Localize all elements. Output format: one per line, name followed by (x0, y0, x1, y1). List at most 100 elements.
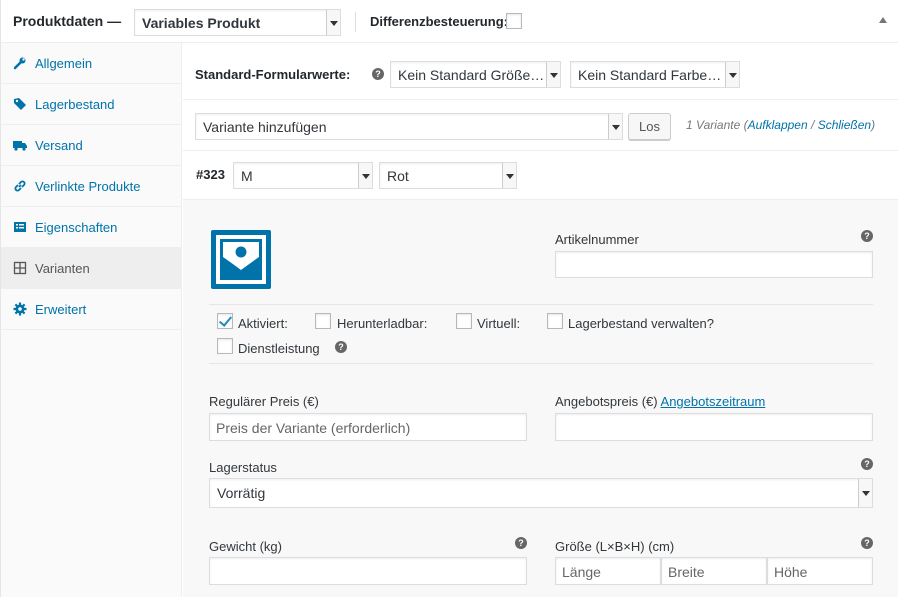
product-type-select[interactable]: Variables Produkt (134, 9, 341, 36)
tab-variations[interactable]: Varianten (1, 248, 181, 289)
variation-action-value: Variante hinzufügen (203, 118, 327, 135)
variation-id: #323 (196, 167, 225, 182)
variation-image-button[interactable] (211, 230, 271, 289)
product-data-tabs: Allgemein Lagerbestand Versand Verlinkte… (1, 43, 182, 597)
divider (209, 363, 873, 364)
variation-size-select[interactable]: M (233, 162, 373, 189)
tab-advanced-label: Erweitert (35, 302, 87, 317)
tab-attributes[interactable]: Eigenschaften (1, 207, 181, 248)
chevron-down-icon (358, 163, 372, 188)
tag-icon (13, 97, 27, 111)
chevron-down-icon (546, 62, 560, 87)
chevron-down-icon (858, 479, 872, 507)
expand-all-link[interactable]: Aufklappen (748, 118, 808, 132)
default-values-row: Standard-Formularwerte: ? Kein Standard … (183, 43, 898, 100)
stock-status-label: Lagerstatus (209, 460, 277, 475)
sku-input[interactable] (555, 251, 873, 278)
sale-schedule-link[interactable]: Angebotszeitraum (661, 394, 766, 409)
sale-price-label-row: Angebotspreis (€) Angebotszeitraum (555, 394, 765, 409)
tab-inventory-label: Lagerbestand (35, 97, 115, 112)
sku-label: Artikelnummer (555, 232, 639, 247)
help-icon[interactable]: ? (372, 68, 384, 80)
variation-color-value: Rot (387, 167, 409, 184)
tab-linked-products[interactable]: Verlinkte Produkte (1, 166, 181, 207)
tab-shipping-label: Versand (35, 138, 83, 153)
help-icon[interactable]: ? (861, 458, 873, 470)
wrench-icon (13, 56, 27, 70)
manage-stock-label: Lagerbestand verwalten? (568, 316, 714, 331)
chevron-down-icon (608, 114, 622, 139)
default-color-select[interactable]: Kein Standard Farbe… (570, 61, 740, 88)
variation-action-select[interactable]: Variante hinzufügen (195, 113, 623, 140)
grid-icon (13, 261, 27, 275)
dimensions-label: Größe (L×B×H) (cm) (555, 539, 675, 554)
tab-advanced[interactable]: Erweitert (1, 289, 181, 330)
height-input[interactable]: Höhe (767, 557, 873, 585)
enabled-checkbox[interactable] (217, 313, 233, 329)
chevron-down-icon (502, 163, 516, 188)
variation-count: 1 Variante (686, 118, 741, 132)
tab-linked-products-label: Verlinkte Produkte (35, 179, 141, 194)
tab-shipping[interactable]: Versand (1, 125, 181, 166)
chevron-down-icon (326, 10, 340, 35)
tab-inventory[interactable]: Lagerbestand (1, 84, 181, 125)
variation-actions-row: Variante hinzufügen Los 1 Variante (Aufk… (183, 100, 898, 151)
default-color-value: Kein Standard Farbe… (578, 66, 722, 83)
sale-price-label: Angebotspreis (€) (555, 394, 658, 409)
downloadable-checkbox[interactable] (315, 313, 331, 329)
help-icon[interactable]: ? (861, 230, 873, 242)
gear-icon (13, 302, 27, 316)
header-divider (355, 12, 356, 32)
service-checkbox[interactable] (217, 338, 233, 354)
product-data-panel: Produktdaten — Variables Produkt Differe… (0, 0, 898, 597)
product-data-title: Produktdaten — (13, 13, 122, 29)
tab-general[interactable]: Allgemein (1, 43, 181, 84)
default-values-label: Standard-Formularwerte: (195, 67, 351, 82)
product-data-header: Produktdaten — Variables Produkt Differe… (1, 0, 898, 43)
default-size-select[interactable]: Kein Standard Größe… (390, 61, 561, 88)
regular-price-input[interactable]: Preis der Variante (erforderlich) (209, 413, 527, 441)
help-icon[interactable]: ? (861, 537, 873, 549)
manage-stock-checkbox[interactable] (547, 313, 563, 329)
downloadable-label: Herunterladbar: (337, 316, 428, 331)
tax-checkbox[interactable] (506, 13, 522, 29)
variation-header-row[interactable]: #323 M Rot (183, 151, 898, 199)
regular-price-placeholder: Preis der Variante (erforderlich) (216, 420, 411, 436)
divider (209, 304, 873, 305)
tab-attributes-label: Eigenschaften (35, 220, 118, 235)
go-button[interactable]: Los (628, 113, 671, 140)
service-label: Dienstleistung (238, 341, 320, 356)
stock-status-select[interactable]: Vorrätig (209, 478, 873, 508)
tax-label: Differenzbesteuerung: (370, 14, 508, 29)
width-placeholder: Breite (668, 564, 705, 580)
virtual-checkbox[interactable] (456, 313, 472, 329)
variation-count-text: 1 Variante (Aufklappen / Schließen) (686, 118, 875, 132)
virtual-label: Virtuell: (477, 316, 521, 331)
chevron-down-icon (725, 62, 739, 87)
close-all-link[interactable]: Schließen (818, 118, 871, 132)
list-icon (13, 220, 27, 234)
variation-size-value: M (241, 167, 253, 184)
width-input[interactable]: Breite (661, 557, 767, 585)
sale-price-input[interactable] (555, 413, 873, 441)
paren-close: ) (871, 118, 876, 132)
weight-input[interactable] (209, 557, 527, 585)
truck-icon (13, 138, 27, 152)
weight-label: Gewicht (kg) (209, 539, 282, 554)
link-icon (13, 179, 27, 193)
enabled-label: Aktiviert: (238, 316, 288, 331)
variations-panel: Standard-Formularwerte: ? Kein Standard … (183, 43, 898, 597)
stock-status-value: Vorrätig (217, 485, 266, 501)
default-size-value: Kein Standard Größe… (398, 66, 545, 83)
length-input[interactable]: Länge (555, 557, 661, 585)
tab-general-label: Allgemein (35, 56, 93, 71)
height-placeholder: Höhe (774, 564, 808, 580)
product-type-value: Variables Produkt (142, 14, 261, 31)
length-placeholder: Länge (562, 564, 601, 580)
help-icon[interactable]: ? (515, 537, 527, 549)
collapse-arrow-icon[interactable] (879, 17, 887, 23)
regular-price-label: Regulärer Preis (€) (209, 394, 319, 409)
tab-variations-label: Varianten (35, 261, 90, 276)
help-icon[interactable]: ? (335, 341, 347, 353)
variation-color-select[interactable]: Rot (379, 162, 517, 189)
